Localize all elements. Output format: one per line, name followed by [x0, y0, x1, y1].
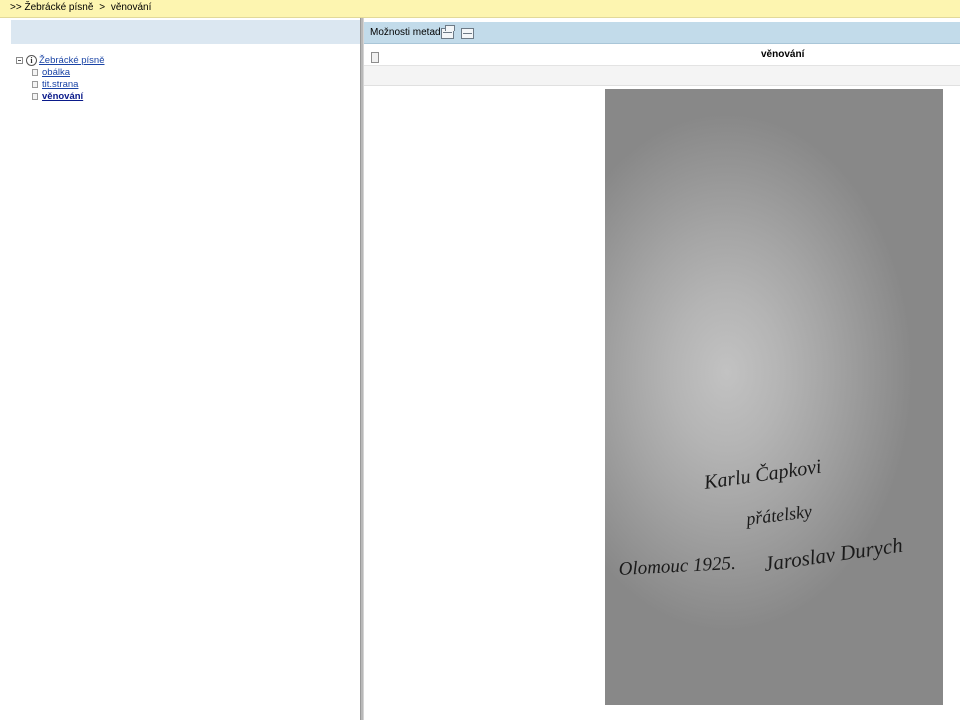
- content-pane: Možnosti metadat: věnování Karlu Čapkovi…: [364, 18, 960, 720]
- breadcrumb: >> Žebrácké písně > věnování: [0, 0, 960, 18]
- metadata-window-icon[interactable]: [441, 25, 455, 39]
- navigation-header: [11, 20, 360, 44]
- page-icon: [32, 81, 38, 88]
- page-title-row: věnování: [364, 44, 960, 66]
- tree-item-dedication: věnování: [16, 91, 136, 103]
- dedication-place-date: Olomouc 1925.: [618, 553, 736, 580]
- breadcrumb-separator: >: [99, 2, 106, 13]
- navigation-pane: [8, 18, 360, 720]
- structure-tree: i Žebrácké písně obálka tit.strana věnov…: [16, 55, 136, 103]
- metadata-panel-icon[interactable]: [461, 28, 474, 39]
- page-toolbar: [364, 66, 960, 86]
- page-icon: [32, 69, 38, 76]
- page-scan-image: Karlu Čapkovi přátelsky Olomouc 1925. Ja…: [605, 89, 943, 705]
- dedication-line-1: Karlu Čapkovi: [701, 454, 823, 494]
- breadcrumb-item-book[interactable]: Žebrácké písně: [24, 2, 93, 13]
- tree-root-link[interactable]: Žebrácké písně: [39, 55, 104, 67]
- info-icon[interactable]: i: [26, 55, 37, 66]
- breadcrumb-prefix: >>: [10, 2, 22, 13]
- dedication-line-2: přátelsky: [743, 501, 813, 529]
- tree-item-dedication-link[interactable]: věnování: [42, 91, 83, 103]
- handwriting-overlay: Karlu Čapkovi přátelsky Olomouc 1925. Ja…: [618, 454, 904, 580]
- metadata-toolbar: Možnosti metadat:: [364, 22, 960, 44]
- tree-root: i Žebrácké písně: [16, 55, 136, 67]
- metadata-options-label: Možnosti metadat:: [370, 27, 452, 38]
- collapse-icon[interactable]: [16, 57, 23, 64]
- page-title: věnování: [761, 49, 805, 60]
- breadcrumb-item-current: věnování: [110, 2, 152, 13]
- tree-item-cover: obálka: [16, 67, 136, 79]
- tree-item-title-page-link[interactable]: tit.strana: [42, 79, 78, 91]
- tree-item-title-page: tit.strana: [16, 79, 136, 91]
- page-icon: [32, 93, 38, 100]
- dedication-signature: Jaroslav Durych: [762, 533, 904, 576]
- document-icon[interactable]: [371, 52, 379, 63]
- tree-item-cover-link[interactable]: obálka: [42, 67, 70, 79]
